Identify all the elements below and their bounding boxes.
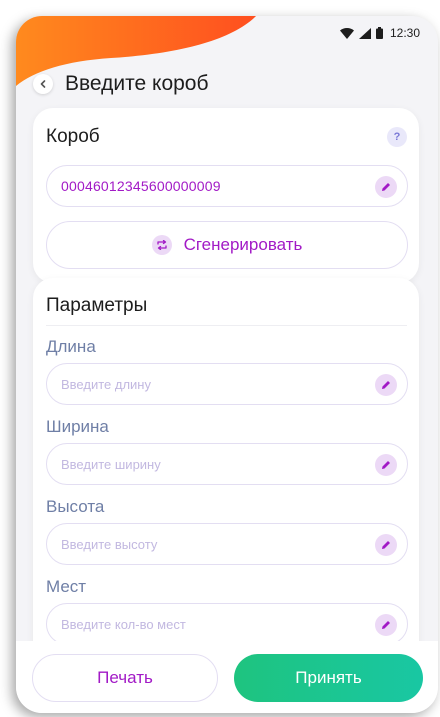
- back-chevron-icon: [40, 80, 46, 88]
- edit-length-button[interactable]: [375, 374, 397, 396]
- accept-button[interactable]: Принять: [234, 654, 423, 702]
- pencil-icon: [382, 183, 390, 191]
- height-label: Высота: [46, 497, 105, 516]
- page-title: Введите короб: [65, 72, 209, 95]
- help-icon[interactable]: ?: [387, 127, 407, 147]
- bottom-action-bar: Печать Принять: [16, 641, 438, 713]
- width-label: Ширина: [46, 417, 109, 436]
- box-code-field[interactable]: 00046012345600000009: [46, 165, 408, 207]
- places-label: Мест: [46, 577, 87, 596]
- width-placeholder: Введите ширину: [61, 456, 161, 472]
- pencil-icon: [382, 621, 390, 629]
- generate-button[interactable]: Сгенерировать: [46, 221, 408, 269]
- length-field[interactable]: Введите длину: [46, 363, 408, 405]
- header: Введите короб: [33, 72, 209, 96]
- status-time: 12:30: [389, 26, 420, 40]
- box-card-title: Короб: [46, 126, 100, 147]
- params-card-title: Параметры: [46, 295, 148, 316]
- back-button[interactable]: [33, 74, 53, 94]
- length-placeholder: Введите длину: [61, 376, 151, 392]
- edit-width-button[interactable]: [375, 454, 397, 476]
- edit-box-code-button[interactable]: [375, 176, 397, 198]
- refresh-icon: [151, 235, 172, 255]
- phone-screen: 12:30 Введите короб Короб ? 000460123456…: [16, 16, 438, 713]
- places-placeholder: Введите кол-во мест: [61, 616, 186, 632]
- height-placeholder: Введите высоту: [61, 536, 158, 552]
- box-card: Короб ? 00046012345600000009 Сгенерирова…: [33, 108, 419, 283]
- pencil-icon: [382, 461, 390, 469]
- box-code-value: 00046012345600000009: [61, 178, 221, 194]
- edit-height-button[interactable]: [375, 534, 397, 556]
- pencil-icon: [382, 381, 390, 389]
- generate-label: Сгенерировать: [183, 235, 303, 254]
- edit-places-button[interactable]: [375, 614, 397, 636]
- params-card: Параметры Длина Введите длину Ширина Вве…: [33, 278, 419, 678]
- status-bar: 12:30: [339, 26, 420, 40]
- signal-icon: [358, 27, 371, 39]
- print-button[interactable]: Печать: [32, 654, 218, 702]
- wifi-icon: [339, 27, 354, 39]
- pencil-icon: [382, 541, 390, 549]
- height-field[interactable]: Введите высоту: [46, 523, 408, 565]
- divider: [46, 325, 407, 326]
- places-field[interactable]: Введите кол-во мест: [46, 603, 408, 645]
- width-field[interactable]: Введите ширину: [46, 443, 408, 485]
- length-label: Длина: [46, 337, 96, 356]
- battery-icon: [375, 27, 383, 39]
